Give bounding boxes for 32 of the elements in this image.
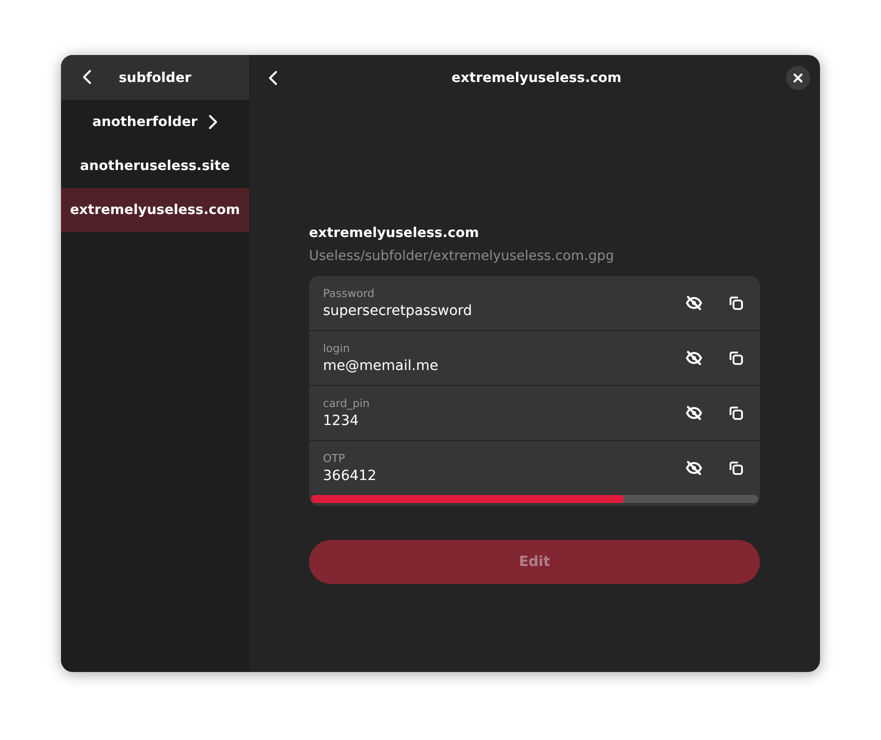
field-label: card_pin — [323, 397, 371, 410]
close-button[interactable] — [786, 66, 810, 90]
eye-slash-icon — [685, 294, 703, 312]
window-title: extremelyuseless.com — [450, 70, 622, 86]
hide-button[interactable] — [684, 458, 704, 478]
entry-path: Useless/subfolder/extremelyuseless.com.gpg — [309, 248, 616, 264]
sidebar-item[interactable]: extremelyuseless.com — [61, 188, 249, 232]
back-icon — [268, 70, 278, 86]
field-label: login — [323, 342, 351, 355]
sidebar-item[interactable]: anotheruseless.site — [61, 144, 249, 188]
hide-button[interactable] — [684, 403, 704, 423]
hide-button[interactable] — [684, 348, 704, 368]
field-value: 366412 — [323, 468, 378, 484]
copy-icon — [727, 294, 745, 312]
copy-icon — [727, 459, 745, 477]
field-label: OTP — [323, 452, 346, 465]
back-icon — [82, 69, 92, 85]
sidebar-item[interactable]: anotherfolder — [61, 100, 249, 144]
field-value: 1234 — [323, 413, 360, 429]
eye-slash-icon — [685, 404, 703, 422]
chevron-icon — [208, 114, 218, 130]
field-value: me@memail.me — [323, 358, 440, 374]
copy-icon — [727, 404, 745, 422]
eye-slash-icon — [685, 349, 703, 367]
hide-button[interactable] — [684, 293, 704, 313]
eye-slash-icon — [685, 459, 703, 477]
field-value: supersecretpassword — [323, 303, 474, 319]
entry-name: extremelyuseless.com — [309, 225, 480, 241]
sidebar-title: subfolder — [118, 70, 192, 86]
close-icon — [793, 72, 803, 82]
copy-icon — [727, 349, 745, 367]
field-label: Password — [323, 287, 376, 300]
